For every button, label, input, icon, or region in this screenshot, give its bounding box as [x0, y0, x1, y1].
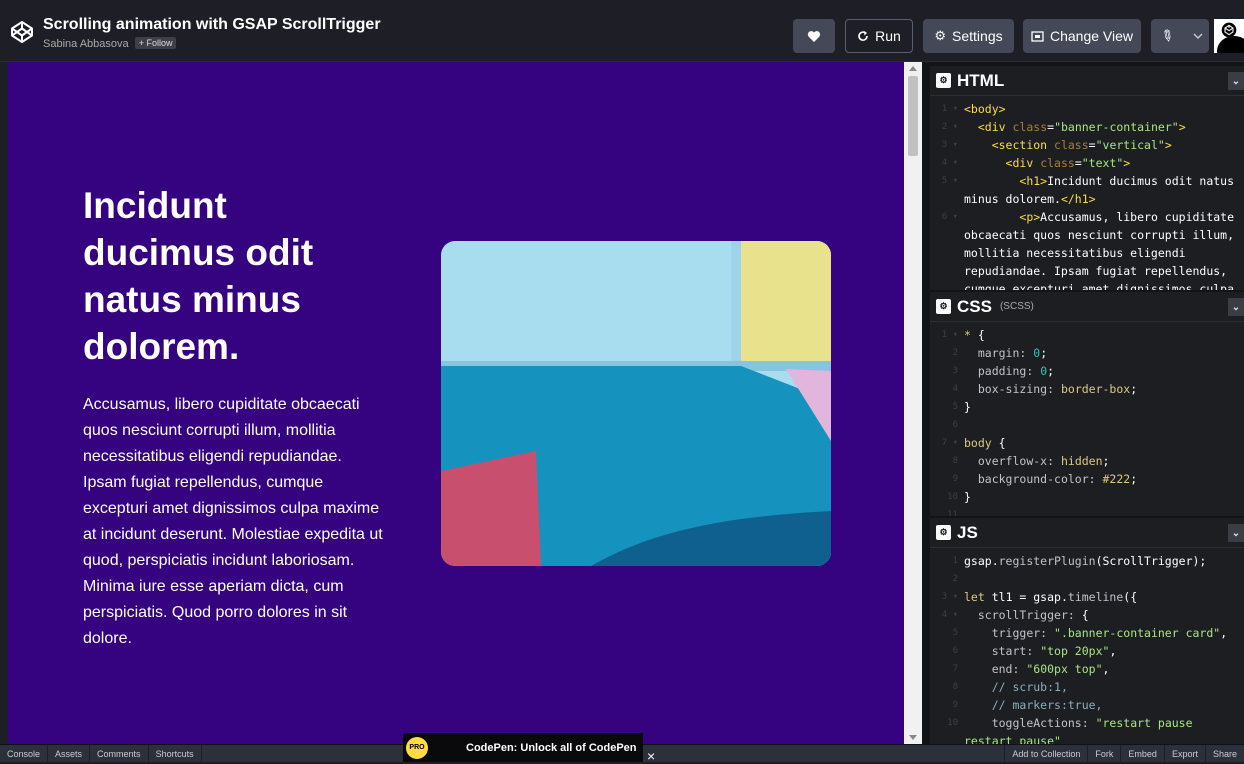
follow-button[interactable]: + Follow	[134, 37, 177, 49]
js-panel: ⚙ JS ⌄ 1 gsap.registerPlugin(ScrollTrigge…	[930, 518, 1244, 744]
html-panel: ⚙ HTML ⌄ 1 ▾ <body> 2 ▾ <div class="banne…	[930, 66, 1244, 290]
top-bar: Scrolling animation with GSAP ScrollTrig…	[0, 0, 1244, 62]
html-panel-title: HTML	[957, 70, 1005, 90]
scrollbar-thumb[interactable]	[908, 76, 918, 156]
editor-column: ⚙ HTML ⌄ 1 ▾ <body> 2 ▾ <div class="banne…	[922, 62, 1244, 744]
assets-button[interactable]: Assets	[48, 744, 91, 763]
pin-dropdown-button[interactable]: ✎	[1151, 19, 1209, 53]
share-button[interactable]: Share	[1204, 745, 1244, 763]
fork-button[interactable]: Fork	[1087, 745, 1120, 763]
change-view-button[interactable]: Change View	[1023, 19, 1141, 53]
scroll-down-arrow[interactable]	[909, 735, 917, 740]
codepen-logo-icon[interactable]	[10, 20, 34, 44]
run-button[interactable]: Run	[845, 19, 913, 53]
comments-button[interactable]: Comments	[90, 744, 149, 763]
footer-actions: Add to Collection Fork Embed Export Shar…	[1004, 745, 1244, 763]
preview-heading: Incidunt ducimus odit natus minus dolore…	[83, 185, 314, 367]
run-label: Run	[875, 28, 901, 44]
promo-text: CodePen: Unlock all of CodePen	[466, 741, 637, 754]
pen-title: Scrolling animation with GSAP ScrollTrig…	[43, 16, 381, 33]
heart-icon	[807, 30, 821, 42]
shortcuts-button[interactable]: Shortcuts	[149, 744, 202, 763]
settings-label: Settings	[952, 28, 1003, 44]
preview-pane[interactable]: Incidunt ducimus odit natus minus dolore…	[8, 62, 904, 744]
scroll-up-arrow[interactable]	[909, 66, 917, 71]
settings-gear-icon[interactable]: ⚙	[936, 73, 951, 88]
chevron-down-icon[interactable]: ⌄	[1228, 72, 1244, 90]
css-panel: ⚙ CSS (SCSS) ⌄ 1 ▾ * { 2 margin: 0; 3 pad…	[930, 292, 1244, 516]
css-preprocessor-label: (SCSS)	[999, 301, 1034, 312]
settings-gear-icon[interactable]: ⚙	[936, 525, 951, 540]
chevron-down-icon[interactable]: ⌄	[1228, 298, 1244, 316]
author-name[interactable]: Sabina Abbasova	[43, 38, 129, 50]
chevron-down-icon[interactable]: ⌄	[1228, 524, 1244, 542]
codepen-avatar-icon	[1221, 22, 1237, 38]
export-button[interactable]: Export	[1163, 745, 1205, 763]
painted-wall-image	[441, 241, 831, 566]
css-panel-header: ⚙ CSS (SCSS) ⌄	[930, 292, 1244, 322]
change-view-label: Change View	[1049, 28, 1134, 44]
css-code-editor[interactable]: 1 ▾ * { 2 margin: 0; 3 padding: 0; 4 box-…	[930, 322, 1244, 516]
preview-paragraph: Accusamus, libero cupiditate obcaecati q…	[83, 396, 383, 647]
pro-promo-banner[interactable]: PRO CodePen: Unlock all of CodePen	[403, 733, 643, 762]
html-panel-header: ⚙ HTML ⌄	[930, 66, 1244, 96]
heart-button[interactable]	[793, 19, 835, 53]
run-icon	[858, 31, 868, 41]
preview-scrollbar[interactable]	[904, 62, 922, 744]
gear-icon: ⚙	[934, 28, 947, 43]
add-to-collection-button[interactable]: Add to Collection	[1004, 745, 1087, 763]
pen-author: Sabina Abbasova + Follow	[43, 37, 177, 50]
chevron-down-icon	[1193, 33, 1203, 39]
change-view-icon	[1031, 30, 1044, 42]
js-code-editor[interactable]: 1 gsap.registerPlugin(ScrollTrigger); 2 3…	[930, 548, 1244, 744]
settings-button[interactable]: ⚙ Settings	[923, 19, 1014, 53]
user-avatar[interactable]	[1214, 19, 1244, 53]
pro-badge-icon: PRO	[406, 736, 428, 759]
html-code-editor[interactable]: 1 ▾ <body> 2 ▾ <div class="banner-contain…	[930, 96, 1244, 290]
pin-icon: ✎	[1156, 25, 1178, 47]
js-panel-header: ⚙ JS ⌄	[930, 518, 1244, 548]
embed-button[interactable]: Embed	[1120, 745, 1164, 763]
settings-gear-icon[interactable]: ⚙	[936, 299, 951, 314]
console-button[interactable]: Console	[0, 744, 49, 763]
js-panel-title: JS	[957, 522, 978, 542]
css-panel-title: CSS	[957, 296, 992, 316]
